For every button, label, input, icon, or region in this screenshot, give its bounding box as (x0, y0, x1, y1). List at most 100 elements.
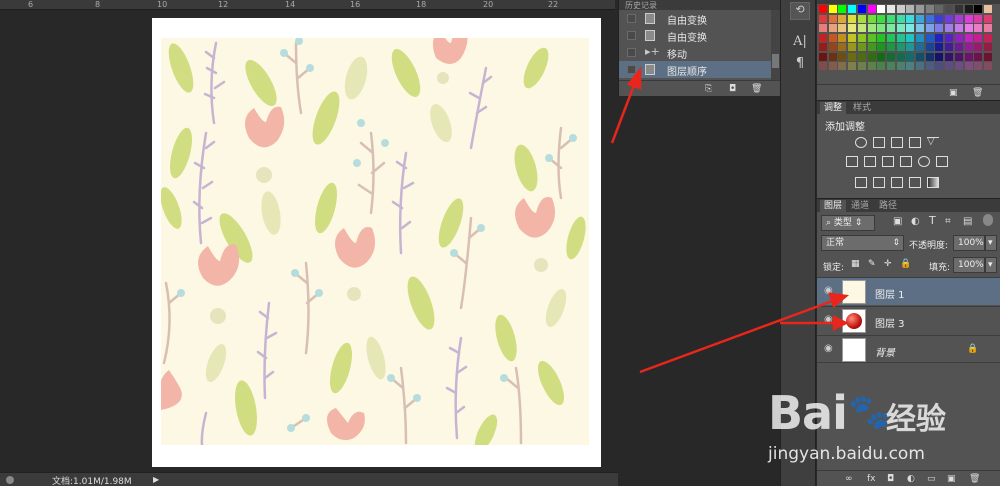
color-swatch[interactable] (964, 24, 973, 32)
selective-color-icon[interactable] (909, 177, 921, 188)
color-swatch[interactable] (867, 24, 876, 32)
color-swatch[interactable] (954, 33, 963, 42)
color-swatch[interactable] (896, 14, 905, 23)
tab-paths[interactable]: 路径 (875, 200, 901, 213)
color-swatch[interactable] (935, 24, 944, 32)
color-swatch[interactable] (838, 43, 847, 51)
color-swatch[interactable] (935, 33, 944, 42)
color-swatch[interactable] (819, 62, 827, 70)
color-swatch[interactable] (983, 43, 992, 51)
tab-styles[interactable]: 样式 (849, 102, 875, 115)
color-swatch[interactable] (867, 52, 876, 61)
color-swatch[interactable] (954, 52, 963, 61)
color-swatch[interactable] (906, 33, 915, 42)
color-swatch[interactable] (945, 43, 954, 51)
color-swatch[interactable] (857, 24, 866, 32)
history-checkbox[interactable] (627, 48, 636, 57)
color-swatch[interactable] (857, 33, 866, 42)
opacity-input[interactable]: 100% (953, 235, 985, 251)
color-swatch[interactable] (867, 5, 876, 13)
visibility-eye-icon[interactable]: ◉ (824, 315, 834, 325)
color-swatch[interactable] (935, 14, 944, 23)
color-swatch[interactable] (983, 24, 992, 32)
threshold-icon[interactable] (891, 177, 903, 188)
color-swatch[interactable] (906, 24, 915, 32)
color-swatch[interactable] (886, 14, 895, 23)
invert-icon[interactable] (855, 177, 867, 188)
color-swatch[interactable] (828, 24, 837, 32)
color-swatch[interactable] (954, 24, 963, 32)
color-swatch[interactable] (974, 52, 983, 61)
color-swatch[interactable] (877, 5, 886, 13)
color-swatch[interactable] (828, 33, 837, 42)
layer-name[interactable]: 背景 (875, 344, 895, 359)
color-swatch[interactable] (838, 33, 847, 42)
color-swatch[interactable] (925, 33, 934, 42)
color-swatch[interactable] (838, 14, 847, 23)
color-swatch[interactable] (886, 43, 895, 51)
color-swatch[interactable] (896, 62, 905, 70)
shape-filter-icon[interactable]: ⌗ (945, 216, 951, 227)
color-swatch[interactable] (983, 33, 992, 42)
color-swatch[interactable] (945, 62, 954, 70)
color-swatch[interactable] (945, 52, 954, 61)
tab-channels[interactable]: 通道 (847, 200, 873, 213)
color-swatch[interactable] (819, 5, 827, 13)
color-swatch[interactable] (848, 5, 857, 13)
history-item[interactable]: ▸+ 移动 (619, 44, 771, 61)
color-swatch[interactable] (964, 43, 973, 51)
color-swatch[interactable] (857, 62, 866, 70)
trash-icon[interactable]: 🗑 (969, 474, 980, 484)
color-swatch[interactable] (906, 43, 915, 51)
color-swatch[interactable] (916, 43, 924, 51)
layer-filter-select[interactable]: ⌕ 类型 ⇕ (821, 215, 875, 231)
color-swatch[interactable] (867, 62, 876, 70)
color-swatch[interactable] (886, 5, 895, 13)
fill-input[interactable]: 100% (953, 257, 985, 273)
visibility-eye-icon[interactable]: ◉ (824, 344, 834, 354)
color-swatch[interactable] (906, 62, 915, 70)
color-swatch[interactable] (857, 14, 866, 23)
color-swatch[interactable] (916, 62, 924, 70)
color-swatch[interactable] (974, 43, 983, 51)
trash-icon[interactable]: 🗑 (972, 88, 983, 98)
opacity-dropdown-icon[interactable]: ▾ (985, 235, 997, 251)
color-swatch[interactable] (954, 14, 963, 23)
color-swatch[interactable] (983, 62, 992, 70)
color-swatch[interactable] (954, 5, 963, 13)
color-swatch[interactable] (867, 33, 876, 42)
color-swatch[interactable] (964, 33, 973, 42)
color-swatch[interactable] (828, 14, 837, 23)
color-swatch[interactable] (877, 14, 886, 23)
color-swatch[interactable] (916, 33, 924, 42)
history-item[interactable]: 自由变换 (619, 27, 771, 44)
floral-pattern-layer[interactable] (161, 38, 589, 445)
color-swatch[interactable] (819, 33, 827, 42)
history-tab[interactable]: 历史记录 (619, 0, 780, 10)
color-swatch[interactable] (877, 62, 886, 70)
color-swatch[interactable] (828, 5, 837, 13)
document-size-info[interactable]: 文档:1.01M/1.98M (52, 474, 132, 486)
lock-image-icon[interactable]: ✎ (868, 259, 876, 269)
black-white-icon[interactable] (882, 156, 894, 167)
color-swatch[interactable] (896, 43, 905, 51)
color-swatch[interactable] (935, 52, 944, 61)
color-balance-icon[interactable] (864, 156, 876, 167)
color-swatch[interactable] (945, 5, 954, 13)
color-swatch[interactable] (974, 5, 983, 13)
color-swatch[interactable] (886, 52, 895, 61)
color-swatch[interactable] (935, 43, 944, 51)
color-swatch[interactable] (935, 5, 944, 13)
color-swatch[interactable] (906, 5, 915, 13)
layer-name[interactable]: 图层 1 (875, 286, 905, 301)
history-item-selected[interactable]: 图层顺序 (619, 61, 771, 78)
layer-row-selected[interactable]: ◉ 图层 1 (817, 277, 1000, 305)
channel-mixer-icon[interactable] (918, 156, 930, 167)
color-swatch[interactable] (906, 52, 915, 61)
color-swatch[interactable] (877, 52, 886, 61)
color-swatch[interactable] (925, 62, 934, 70)
paragraph-panel-icon[interactable]: ¶ (790, 56, 810, 74)
history-panel-icon[interactable]: ⟲ (790, 2, 810, 20)
history-item[interactable]: 自由变换 (619, 10, 771, 27)
color-swatch[interactable] (848, 14, 857, 23)
